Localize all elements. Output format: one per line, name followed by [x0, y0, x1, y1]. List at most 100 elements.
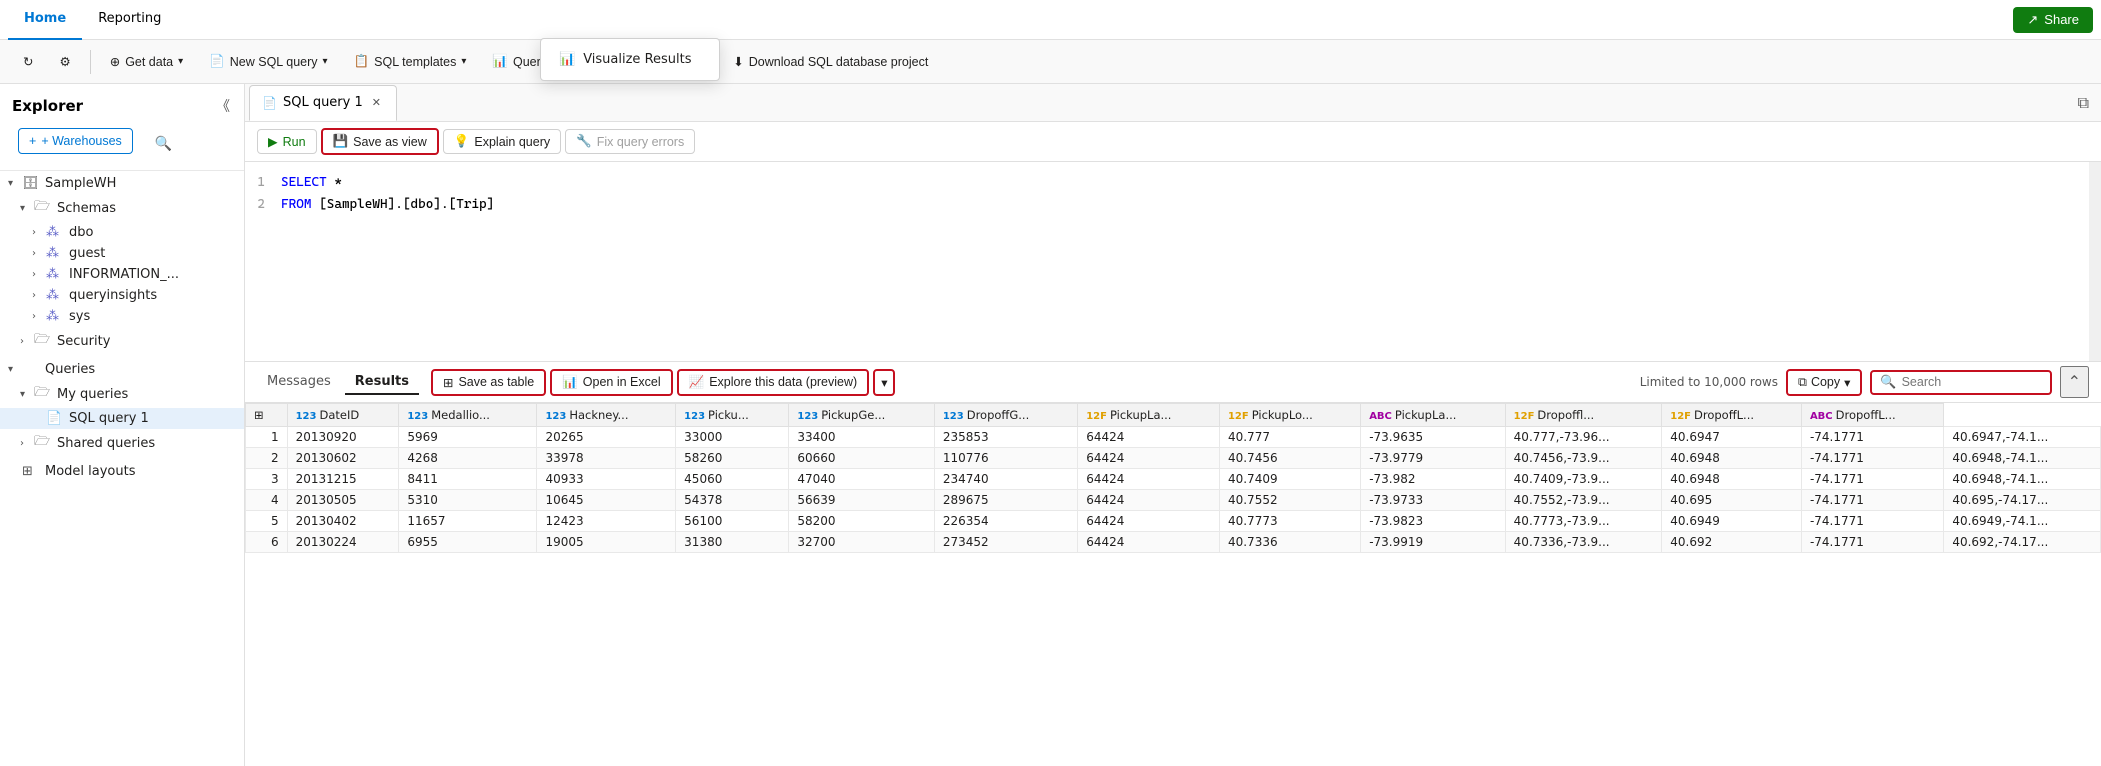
table-cell: 20130920 [287, 427, 399, 448]
table-cell: 40.777 [1219, 427, 1360, 448]
th-dropoff-g[interactable]: 123DropoffG... [934, 404, 1077, 427]
th-dropoffl2[interactable]: 12FDropoffL... [1662, 404, 1802, 427]
table-row: 1201309205969202653300033400235853644244… [246, 427, 2101, 448]
table-cell: 6955 [399, 532, 537, 553]
tab-home[interactable]: Home [8, 0, 82, 40]
sidebar-item-shared-queries[interactable]: › 🗁 Shared queries [0, 429, 244, 457]
table-cell: 56639 [789, 490, 934, 511]
folder-icon: 🗁 [34, 197, 52, 219]
refresh-button[interactable]: ↻ [12, 49, 44, 74]
code-editor[interactable]: 1 SELECT * 2 FROM [SampleWH].[dbo].[Trip… [245, 162, 2101, 362]
table-cell: 110776 [934, 448, 1077, 469]
database-icon: 🗄 [22, 176, 40, 191]
sidebar-search-button[interactable]: 🔍 [147, 131, 180, 156]
sidebar-item-sql-query-1[interactable]: 📄 SQL query 1 [0, 408, 244, 429]
collapse-sidebar-button[interactable]: 《 [214, 94, 232, 118]
new-sql-query-button[interactable]: 📄 New SQL query ▾ [198, 49, 338, 74]
table-cell: 31380 [676, 532, 789, 553]
th-pickupla[interactable]: 12FPickupLa... [1078, 404, 1220, 427]
fix-query-errors-button[interactable]: 🔧 Fix query errors [565, 129, 695, 154]
share-button[interactable]: ↗ Share [2013, 7, 2093, 33]
run-button[interactable]: ▶ Run [257, 129, 317, 154]
table-header-row: ⊞ 123DateID 123Medallio... 123Hackney...… [246, 404, 2101, 427]
editor-scrollbar[interactable] [2089, 162, 2101, 361]
th-dateid[interactable]: 123DateID [287, 404, 399, 427]
explore-icon: 📈 [689, 375, 705, 390]
table-cell: 40.777,-73.96... [1505, 427, 1662, 448]
table-cell: 40.7773 [1219, 511, 1360, 532]
excel-icon: 📊 [562, 375, 578, 390]
collapse-results-button[interactable]: ⌃ [2060, 366, 2089, 398]
table-cell: 40.695,-74.17... [1944, 490, 2101, 511]
results-toolbar: Messages Results ⊞ Save as table 📊 Open … [245, 362, 2101, 403]
save-icon: 💾 [333, 134, 349, 149]
download-icon: ⬇ [733, 54, 743, 69]
sidebar-item-queryinsights[interactable]: › ⁂ queryinsights [0, 285, 244, 306]
explore-data-button[interactable]: 📈 Explore this data (preview) [677, 369, 870, 396]
copy-button[interactable]: ⧉ Copy ▾ [1786, 369, 1862, 396]
copy-pane-button[interactable]: ⧉ [2070, 89, 2097, 117]
table-cell: 20130505 [287, 490, 399, 511]
get-data-button[interactable]: ⊕ Get data ▾ [99, 49, 194, 74]
sidebar-item-security[interactable]: › 🗁 Security [0, 327, 244, 355]
search-input[interactable] [1902, 375, 2042, 389]
explain-query-button[interactable]: 💡 Explain query [443, 129, 561, 154]
tab-reporting[interactable]: Reporting [82, 0, 177, 40]
row-number: 1 [246, 427, 288, 448]
limited-rows-label: Limited to 10,000 rows [1640, 375, 1778, 389]
download-sql-button[interactable]: ⬇ Download SQL database project [722, 49, 939, 74]
table-cell: 40.692,-74.17... [1944, 532, 2101, 553]
row-number: 6 [246, 532, 288, 553]
th-pickuplo[interactable]: 12FPickupLo... [1219, 404, 1360, 427]
table-cell: -74.1771 [1801, 469, 1943, 490]
search-box[interactable]: 🔍 [1870, 370, 2051, 395]
sidebar-item-guest[interactable]: › ⁂ guest [0, 243, 244, 264]
sidebar-item-samplewh[interactable]: ▾ 🗄 SampleWH [0, 173, 244, 194]
explorer-header: Explorer 《 [0, 84, 244, 124]
query-tab-sql1[interactable]: 📄 SQL query 1 ✕ [249, 85, 397, 121]
table-row: 3201312158411409334506047040234740644244… [246, 469, 2101, 490]
save-as-table-button[interactable]: ⊞ Save as table [431, 369, 546, 396]
results-tab[interactable]: Results [345, 370, 419, 395]
messages-tab[interactable]: Messages [257, 370, 341, 395]
chevron-down-icon: ▾ [461, 56, 466, 67]
th-row-num: ⊞ [246, 404, 288, 427]
table-cell: 40.7409 [1219, 469, 1360, 490]
open-in-excel-button[interactable]: 📊 Open in Excel [550, 369, 672, 396]
sidebar-item-dbo[interactable]: › ⁂ dbo [0, 222, 244, 243]
close-tab-button[interactable]: ✕ [369, 95, 384, 110]
expand-chevron-button[interactable]: ▾ [873, 369, 895, 396]
th-dropoffl[interactable]: 12FDropoffl... [1505, 404, 1662, 427]
th-pickupla2[interactable]: ABCPickupLa... [1361, 404, 1505, 427]
th-medallion[interactable]: 123Medallio... [399, 404, 537, 427]
query-tabs-bar: 📄 SQL query 1 ✕ ⧉ [245, 84, 2101, 122]
table-cell: -74.1771 [1801, 532, 1943, 553]
settings-button[interactable]: ⚙ [48, 49, 81, 74]
sidebar-item-information[interactable]: › ⁂ INFORMATION_... [0, 264, 244, 285]
search-icon: 🔍 [1880, 375, 1896, 390]
data-table-wrap[interactable]: ⊞ 123DateID 123Medallio... 123Hackney...… [245, 403, 2101, 766]
sidebar-item-schemas[interactable]: ▾ 🗁 Schemas [0, 194, 244, 222]
table-cell: 40.7552,-73.9... [1505, 490, 1662, 511]
sidebar-item-sys[interactable]: › ⁂ sys [0, 306, 244, 327]
save-as-view-button[interactable]: 💾 Save as view [321, 128, 439, 155]
table-cell: 40.6948,-74.1... [1944, 448, 2101, 469]
sql-templates-button[interactable]: 📋 SQL templates ▾ [343, 49, 478, 74]
th-pickup-geo[interactable]: 123PickupGe... [789, 404, 934, 427]
explain-icon: 💡 [454, 134, 470, 149]
table-cell: 64424 [1078, 511, 1220, 532]
th-dropoffl3[interactable]: ABCDropoffL... [1801, 404, 1943, 427]
sidebar-item-my-queries[interactable]: ▾ 🗁 My queries [0, 380, 244, 408]
copy-icon: ⧉ [1798, 375, 1807, 390]
th-pickup[interactable]: 123Picku... [676, 404, 789, 427]
table-cell: 40.7552 [1219, 490, 1360, 511]
sidebar-item-model-layouts[interactable]: ⊞ Model layouts [0, 461, 244, 482]
add-warehouse-button[interactable]: + + Warehouses [18, 128, 133, 154]
row-number: 3 [246, 469, 288, 490]
sidebar-item-queries[interactable]: ▾ Queries [0, 359, 244, 380]
table-cell: 20130602 [287, 448, 399, 469]
table-cell: 40.6949,-74.1... [1944, 511, 2101, 532]
th-hackney[interactable]: 123Hackney... [537, 404, 676, 427]
table-cell: 56100 [676, 511, 789, 532]
table-cell: 12423 [537, 511, 676, 532]
